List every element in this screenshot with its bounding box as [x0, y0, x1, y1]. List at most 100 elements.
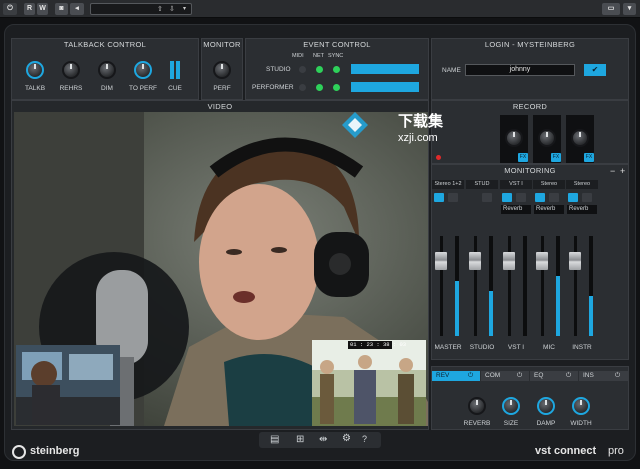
insert-slot[interactable]: Reverb	[567, 205, 597, 214]
record-fx-button-3[interactable]: FX	[584, 153, 594, 162]
video-feed: 01 : 23 : 38 : 03	[14, 112, 428, 426]
level-meter	[523, 236, 527, 336]
login-confirm-button[interactable]: ✔	[584, 64, 606, 76]
fader-handle[interactable]	[536, 252, 548, 270]
video-image	[14, 112, 428, 426]
watermark-url: xzji.com	[398, 132, 438, 144]
fader-track	[440, 236, 443, 336]
fader-track	[474, 236, 477, 336]
name-label: NAME	[442, 67, 461, 74]
monitor-button[interactable]	[568, 193, 578, 202]
channel-top-label: Stereo	[533, 180, 565, 189]
fader-handle[interactable]	[503, 252, 515, 270]
back-button[interactable]: ◂	[70, 3, 84, 15]
talkback-label: TALKB	[24, 85, 46, 92]
record-channel-3: FX	[566, 115, 594, 163]
insert-slot[interactable]: Reverb	[534, 205, 564, 214]
channel-strip-mic: Stereo Reverb MIC	[533, 180, 565, 358]
dropdown-icon[interactable]: ▾	[183, 5, 186, 12]
to-perf-knob[interactable]	[134, 61, 152, 79]
monitor-button[interactable]	[434, 193, 444, 202]
power-icon[interactable]: ⏻	[566, 371, 571, 381]
bottom-icon-bar: ▤ ⊞ ⇹ ⚙ ?	[259, 432, 381, 448]
down-arrow-icon[interactable]: ⇩	[169, 5, 175, 13]
tab-ins[interactable]: INS ⏻	[579, 371, 628, 381]
plus-icon[interactable]: +	[620, 166, 625, 176]
bypass-button[interactable]	[516, 193, 526, 202]
perf-knob[interactable]	[213, 61, 231, 79]
record-fx-button-2[interactable]: FX	[551, 153, 561, 162]
damp-knob[interactable]	[537, 397, 555, 415]
performer-row-label: PERFORMER	[252, 84, 294, 91]
watermark-logo	[340, 110, 370, 140]
tab-label: REV	[436, 372, 450, 379]
rehearse-knob[interactable]	[62, 61, 80, 79]
performer-midi-led	[299, 84, 306, 91]
tab-eq[interactable]: EQ ⏻	[530, 371, 578, 381]
channel-label: STUDIO	[469, 344, 495, 351]
rehearse-label: REHRS	[59, 85, 83, 92]
bypass-button[interactable]	[482, 193, 492, 202]
channel-label: MIC	[543, 344, 555, 351]
write-button[interactable]: W	[37, 3, 48, 15]
dim-knob[interactable]	[98, 61, 116, 79]
minus-icon[interactable]: −	[610, 166, 615, 176]
meter-fill	[455, 281, 459, 336]
tab-com[interactable]: COM ⏻	[481, 371, 529, 381]
gear-icon[interactable]: ⚙	[342, 433, 351, 444]
fader-handle[interactable]	[435, 252, 447, 270]
name-input[interactable]: johnny	[465, 64, 575, 76]
top-toolbar: ⏻ R W ◙ ◂ ⇧ ⇩ ▾ ▭ ▾	[0, 0, 640, 18]
channel-strip-instr: Stereo Reverb INSTR	[566, 180, 598, 358]
channel-top-label: STUD	[466, 180, 498, 189]
connection-icon[interactable]: ⇹	[319, 434, 327, 445]
level-meter	[589, 236, 593, 336]
read-button[interactable]: R	[24, 3, 35, 15]
studio-status-bar	[351, 64, 419, 74]
monitor-button[interactable]	[535, 193, 545, 202]
width-label: WIDTH	[570, 420, 592, 427]
meter-fill	[589, 296, 593, 336]
brand-name: steinberg	[30, 445, 80, 457]
size-label: SIZE	[503, 420, 519, 427]
project-field[interactable]: ⇧ ⇩ ▾	[90, 3, 192, 15]
insert-slot[interactable]: Reverb	[501, 205, 531, 214]
bypass-button[interactable]	[582, 193, 592, 202]
record-arm-led[interactable]	[436, 155, 441, 160]
steinberg-logo-icon	[12, 445, 26, 459]
power-icon[interactable]: ⏻	[468, 371, 473, 381]
tab-rev[interactable]: REV ⏻	[432, 371, 480, 381]
studio-midi-led	[299, 66, 306, 73]
bypass-button[interactable]	[448, 193, 458, 202]
power-icon[interactable]: ⏻	[3, 3, 17, 15]
dim-label: DIM	[101, 85, 113, 92]
layout-icon[interactable]: ▤	[270, 434, 279, 445]
width-knob[interactable]	[572, 397, 590, 415]
record-mode-button[interactable]: ◙	[55, 3, 68, 15]
record-gain-knob-2[interactable]	[538, 129, 556, 147]
power-icon[interactable]: ⏻	[615, 371, 620, 381]
bypass-button[interactable]	[549, 193, 559, 202]
login-title: LOGIN - MYSTEINBERG	[484, 40, 576, 49]
grid-icon[interactable]: ⊞	[296, 434, 304, 445]
size-knob[interactable]	[502, 397, 520, 415]
help-icon[interactable]: ?	[362, 434, 367, 444]
up-arrow-icon[interactable]: ⇧	[157, 5, 163, 13]
monitor-title: MONITOR	[203, 40, 241, 49]
monitor-button[interactable]	[502, 193, 512, 202]
record-gain-knob-1[interactable]	[505, 129, 523, 147]
power-icon[interactable]: ⏻	[517, 371, 522, 381]
fader-handle[interactable]	[569, 252, 581, 270]
cue-meter-left	[170, 61, 174, 79]
studio-row-label: STUDIO	[266, 66, 291, 73]
studio-net-led	[316, 66, 323, 73]
window-mode-button[interactable]: ▭	[602, 3, 620, 15]
record-gain-knob-3[interactable]	[571, 129, 589, 147]
reverb-knob[interactable]	[468, 397, 486, 415]
menu-dropdown-icon[interactable]: ▾	[623, 3, 636, 15]
fader-handle[interactable]	[469, 252, 481, 270]
talkback-knob[interactable]	[26, 61, 44, 79]
record-fx-button-1[interactable]: FX	[518, 153, 528, 162]
sync-col-label: SYNC	[328, 53, 344, 59]
record-channel-1: FX	[500, 115, 528, 163]
